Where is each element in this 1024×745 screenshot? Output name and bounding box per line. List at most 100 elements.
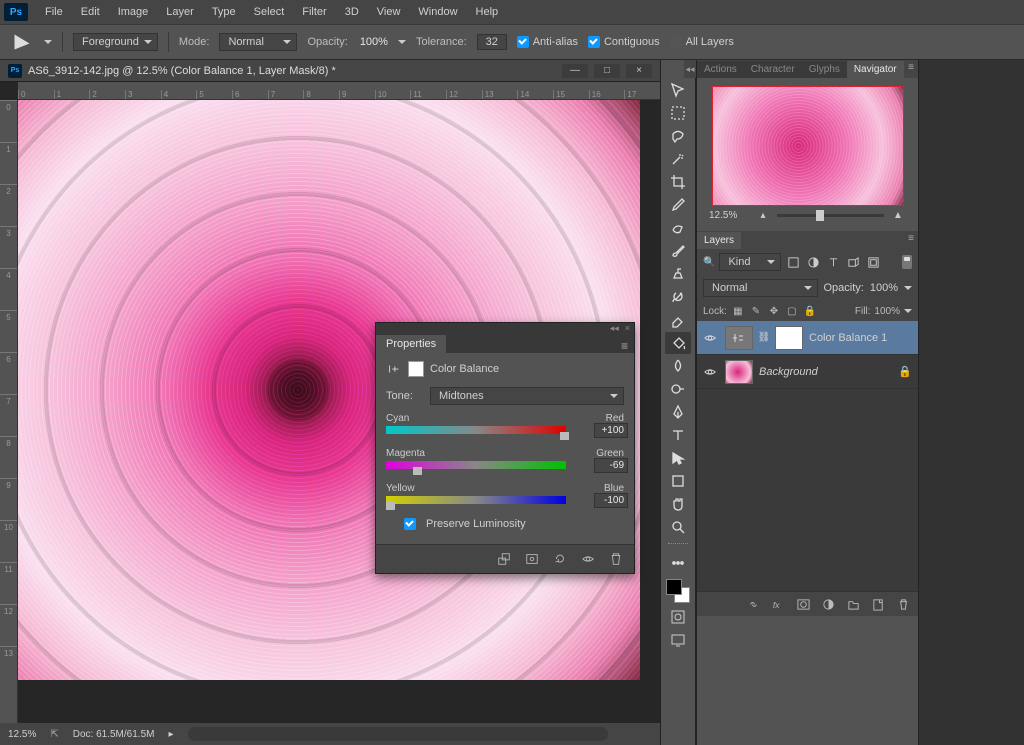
ruler-vertical[interactable]: 012345678910111213 xyxy=(0,100,18,723)
window-close-button[interactable]: × xyxy=(626,64,652,78)
window-maximize-button[interactable]: □ xyxy=(594,64,620,78)
blend-mode-dropdown[interactable]: Normal xyxy=(219,33,297,51)
lock-all-icon[interactable]: 🔒 xyxy=(803,304,817,318)
mask-mode-icon[interactable] xyxy=(408,361,424,377)
all-layers-checkbox[interactable]: All Layers xyxy=(670,36,734,48)
menu-edit[interactable]: Edit xyxy=(72,2,109,22)
lasso-tool[interactable] xyxy=(665,125,691,147)
shape-tool[interactable] xyxy=(665,470,691,492)
layer-fx-icon[interactable]: fx xyxy=(771,597,785,611)
menu-view[interactable]: View xyxy=(368,2,410,22)
properties-drag-bar[interactable]: ◂◂ × xyxy=(376,323,634,333)
fill-scope-dropdown[interactable]: Foreground xyxy=(73,33,158,51)
slider-value[interactable]: +100 xyxy=(594,423,628,438)
properties-menu-icon[interactable]: ≡ xyxy=(615,339,634,353)
navigator-zoom-value[interactable]: 12.5% xyxy=(709,210,749,221)
adjustment-thumbnail[interactable] xyxy=(725,326,753,350)
filter-toggle[interactable] xyxy=(902,255,912,269)
layer-row-color-balance[interactable]: ⛓ Color Balance 1 xyxy=(697,321,918,355)
previous-state-icon[interactable] xyxy=(524,551,540,567)
lock-position-icon[interactable]: ✥ xyxy=(767,304,781,318)
layers-menu-icon[interactable]: ≡ xyxy=(908,233,914,244)
zoom-tool[interactable] xyxy=(665,516,691,538)
visibility-toggle[interactable] xyxy=(701,365,719,379)
edit-toolbar-button[interactable] xyxy=(665,552,691,574)
layer-opacity-value[interactable]: 100% xyxy=(870,282,898,294)
mask-thumbnail[interactable] xyxy=(775,326,803,350)
panel-collapse-icon[interactable]: ◂◂ xyxy=(684,60,696,78)
menu-3d[interactable]: 3D xyxy=(336,2,368,22)
contiguous-checkbox[interactable]: Contiguous xyxy=(588,36,660,48)
opacity-value[interactable]: 100% xyxy=(360,36,388,48)
filter-smart-icon[interactable] xyxy=(865,254,881,270)
export-icon[interactable]: ⇱ xyxy=(50,729,58,740)
close-icon[interactable]: × xyxy=(625,323,630,333)
paint-bucket-tool[interactable] xyxy=(665,332,691,354)
delete-layer-icon[interactable] xyxy=(896,597,910,611)
layer-blend-dropdown[interactable]: Normal xyxy=(703,279,818,297)
layer-kind-dropdown[interactable]: Kind xyxy=(719,253,781,271)
add-mask-icon[interactable] xyxy=(796,597,810,611)
menu-layer[interactable]: Layer xyxy=(157,2,203,22)
visibility-toggle[interactable] xyxy=(701,331,719,345)
status-caret-icon[interactable]: ▸ xyxy=(168,729,173,740)
navigator-thumbnail[interactable] xyxy=(712,86,904,206)
fill-value[interactable]: 100% xyxy=(874,306,900,317)
document-titlebar[interactable]: Ps AS6_3912-142.jpg @ 12.5% (Color Balan… xyxy=(0,60,660,82)
clone-stamp-tool[interactable] xyxy=(665,263,691,285)
tab-character[interactable]: Character xyxy=(744,61,802,78)
status-zoom[interactable]: 12.5% xyxy=(8,729,36,740)
slider-magenta-green[interactable]: MagentaGreen -69 xyxy=(386,448,624,471)
tab-actions[interactable]: Actions xyxy=(697,61,744,78)
foreground-swatch[interactable] xyxy=(666,579,682,595)
marquee-tool[interactable] xyxy=(665,102,691,124)
filter-pixel-icon[interactable] xyxy=(785,254,801,270)
tone-dropdown[interactable]: Midtones xyxy=(430,387,624,405)
blur-tool[interactable] xyxy=(665,355,691,377)
tolerance-input[interactable]: 32 xyxy=(477,34,507,50)
path-selection-tool[interactable] xyxy=(665,447,691,469)
link-layers-icon[interactable] xyxy=(746,597,760,611)
menu-window[interactable]: Window xyxy=(409,2,466,22)
status-docsize[interactable]: Doc: 61.5M/61.5M xyxy=(73,729,155,740)
navigator-menu-icon[interactable]: ≡ xyxy=(908,62,914,73)
eyedropper-tool[interactable] xyxy=(665,194,691,216)
crop-tool[interactable] xyxy=(665,171,691,193)
tab-layers[interactable]: Layers xyxy=(697,232,741,249)
slider-cyan-red[interactable]: CyanRed +100 xyxy=(386,413,624,436)
lock-artboard-icon[interactable]: ▢ xyxy=(785,304,799,318)
menu-select[interactable]: Select xyxy=(245,2,294,22)
toggle-visibility-icon[interactable] xyxy=(580,551,596,567)
filter-shape-icon[interactable] xyxy=(845,254,861,270)
menu-filter[interactable]: Filter xyxy=(293,2,335,22)
layer-name[interactable]: Color Balance 1 xyxy=(809,332,914,344)
history-brush-tool[interactable] xyxy=(665,286,691,308)
healing-tool[interactable] xyxy=(665,217,691,239)
ruler-horizontal[interactable]: 01234567891011121314151617 xyxy=(18,82,660,100)
navigator-zoom-slider[interactable] xyxy=(777,214,884,217)
filter-type-icon[interactable] xyxy=(825,254,841,270)
layer-name[interactable]: Background xyxy=(759,366,892,378)
pen-tool[interactable] xyxy=(665,401,691,423)
lock-paint-icon[interactable]: ✎ xyxy=(749,304,763,318)
new-group-icon[interactable] xyxy=(846,597,860,611)
slider-value[interactable]: -69 xyxy=(594,458,628,473)
tab-glyphs[interactable]: Glyphs xyxy=(802,61,847,78)
dodge-tool[interactable] xyxy=(665,378,691,400)
reset-icon[interactable] xyxy=(552,551,568,567)
tool-preset-caret-icon[interactable] xyxy=(44,38,52,46)
lock-transparency-icon[interactable]: ▦ xyxy=(731,304,745,318)
menu-help[interactable]: Help xyxy=(467,2,508,22)
menu-image[interactable]: Image xyxy=(109,2,158,22)
type-tool[interactable] xyxy=(665,424,691,446)
screen-mode-button[interactable] xyxy=(667,631,689,649)
zoom-in-icon[interactable]: ▲ xyxy=(890,210,906,221)
move-tool[interactable] xyxy=(665,79,691,101)
filter-adjust-icon[interactable] xyxy=(805,254,821,270)
collapse-icon[interactable]: ◂◂ xyxy=(610,323,619,334)
clip-to-layer-icon[interactable] xyxy=(496,551,512,567)
layer-row-background[interactable]: Background 🔒 xyxy=(697,355,918,389)
new-layer-icon[interactable] xyxy=(871,597,885,611)
menu-type[interactable]: Type xyxy=(203,2,245,22)
eraser-tool[interactable] xyxy=(665,309,691,331)
